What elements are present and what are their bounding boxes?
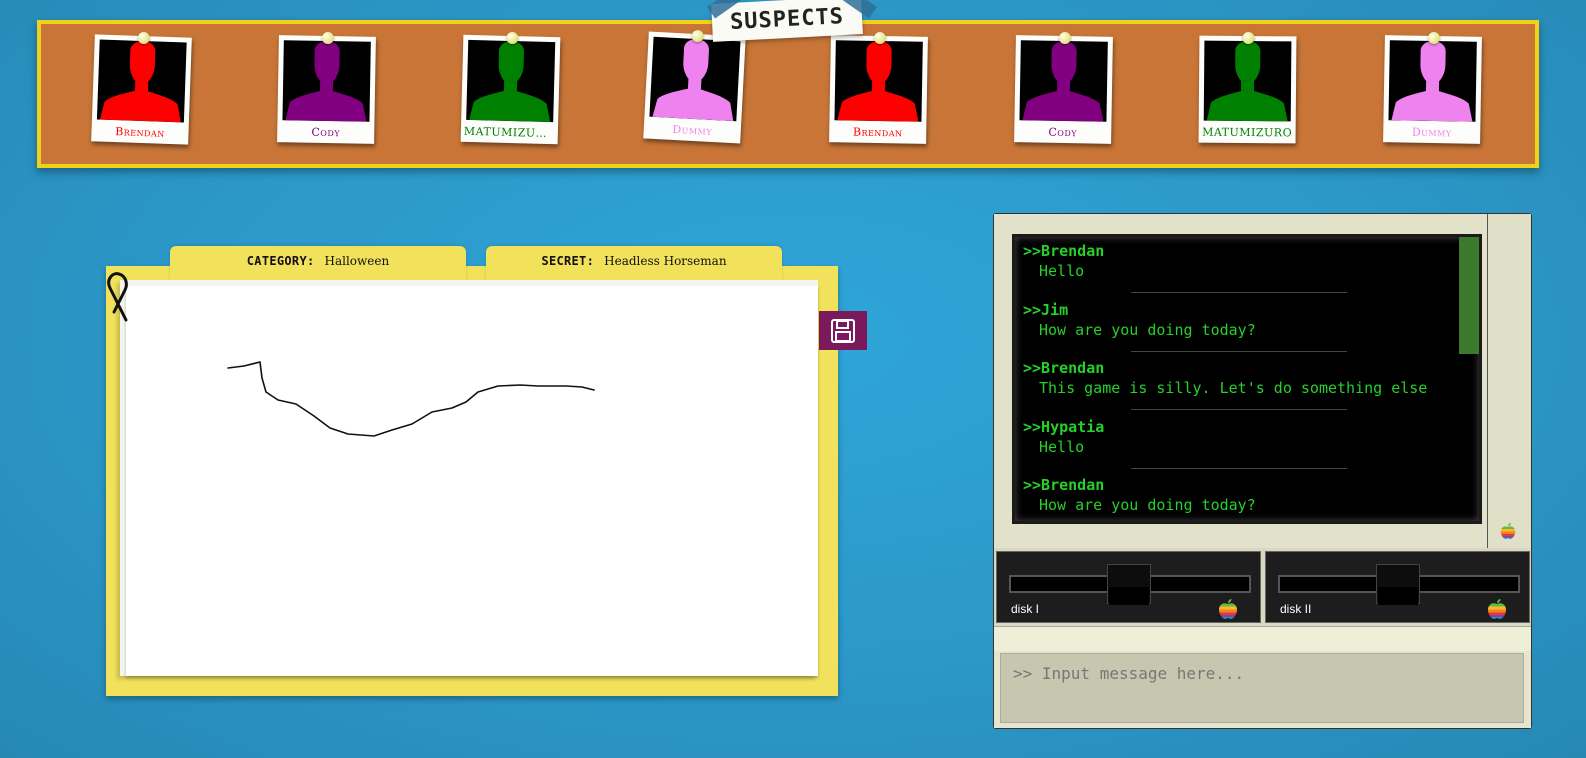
save-button[interactable]: [819, 311, 867, 350]
category-value: Halloween: [324, 254, 390, 268]
message-author: >>Brendan: [1023, 359, 1105, 377]
message-text: How are you doing today?: [1039, 496, 1256, 514]
suspect-name: Dummy: [672, 122, 713, 138]
drawing-stroke-layer: [227, 361, 595, 437]
person-silhouette-icon: [99, 41, 181, 123]
pushpin-icon: [1242, 31, 1255, 45]
message-input[interactable]: >> Input message here...: [1000, 653, 1524, 723]
disk-drive-1[interactable]: disk I: [996, 551, 1261, 623]
message-author: >>Brendan: [1023, 476, 1105, 494]
message-text: Hello: [1039, 437, 1085, 456]
suspect-name: MATUMIZURO: [1202, 125, 1293, 140]
chat-screen[interactable]: >>Brendan Hello >>Jim How are you doing tod…: [1012, 234, 1482, 524]
disk-drive-2[interactable]: disk II: [1265, 551, 1530, 623]
apple-logo-icon: [1488, 599, 1506, 619]
person-silhouette-icon: [652, 39, 734, 122]
suspect-name: Dummy: [1411, 125, 1452, 140]
suspect-silhouette: [282, 40, 371, 122]
suspect-silhouette: [834, 40, 923, 122]
suspect-card[interactable]: Dummy: [1383, 31, 1482, 144]
suspects-board: [37, 20, 1539, 168]
paperclip-icon: [107, 272, 128, 322]
suspect-silhouette: [466, 39, 556, 123]
disk-label: disk II: [1280, 602, 1312, 616]
secret-label: SECRET:: [541, 254, 595, 268]
suspect-card[interactable]: Cody: [1014, 31, 1113, 144]
suspect-card[interactable]: MATUMIZURO...: [460, 31, 561, 145]
suspect-name: Brendan: [114, 125, 166, 140]
suspect-name: Cody: [1048, 125, 1078, 140]
disk-latch-base: [1109, 587, 1149, 605]
monitor-side: [1488, 214, 1531, 548]
person-silhouette-icon: [1391, 41, 1473, 122]
person-silhouette-icon: [469, 41, 551, 123]
monitor: >>Brendan Hello >>Jim How are you doing tod…: [994, 214, 1488, 548]
floppy-disk-icon: [831, 318, 855, 343]
suspect-name: Cody: [311, 125, 341, 140]
person-silhouette-icon: [1206, 41, 1288, 122]
message-author: >>Brendan: [1023, 242, 1105, 260]
suspect-card[interactable]: Dummy: [643, 29, 746, 144]
suspect-card[interactable]: MATUMIZURO: [1198, 31, 1297, 144]
message-author: >>Jim: [1023, 300, 1069, 319]
chat-message: >>Brendan Hello: [1023, 241, 1463, 293]
secret-value: Headless Horseman: [604, 254, 727, 268]
apple-logo-icon: [1219, 599, 1237, 619]
suspect-silhouette: [96, 39, 187, 123]
suspect-card[interactable]: Brendan: [829, 31, 928, 144]
person-silhouette-icon: [285, 41, 367, 122]
message-divider: [1131, 409, 1347, 410]
retro-computer: >>Brendan Hello >>Jim How are you doing tod…: [993, 213, 1532, 729]
suspect-silhouette: [1019, 40, 1108, 122]
person-silhouette-icon: [1022, 41, 1104, 122]
keyboard-top: [994, 627, 1531, 651]
message-divider: [1131, 350, 1347, 352]
suspect-silhouette: [1388, 40, 1477, 122]
message-divider: [1131, 292, 1347, 293]
drawing-canvas[interactable]: [126, 286, 818, 676]
message-text: Hello: [1039, 262, 1085, 280]
message-divider: [1131, 467, 1347, 469]
person-silhouette-icon: [837, 41, 919, 122]
keyboard-base: >> Input message here...: [994, 626, 1531, 728]
apple-logo-icon: [1500, 523, 1516, 539]
suspect-silhouette: [649, 36, 741, 122]
category-label: CATEGORY:: [246, 254, 315, 268]
chat-message: >>Brendan This game is silly. Let's do so…: [1023, 358, 1463, 410]
suspect-name: MATUMIZURO...: [463, 124, 559, 141]
disk-label: disk I: [1011, 602, 1040, 616]
chat-message: >>Brendan How are you doing today?: [1023, 475, 1463, 515]
suspect-name: Brendan: [852, 125, 903, 140]
message-author: >>Hypatia: [1023, 417, 1105, 436]
suspect-silhouette: [1203, 40, 1292, 122]
message-text: How are you doing today?: [1039, 320, 1256, 339]
disk-latch-base: [1378, 587, 1418, 605]
chat-message: >>Hypatia Hello: [1023, 417, 1463, 469]
suspect-card[interactable]: Brendan: [91, 31, 192, 145]
chat-message: >>Jim How are you doing today?: [1023, 300, 1463, 352]
message-text: This game is silly. Let's do something e…: [1039, 379, 1428, 397]
suspect-card[interactable]: Cody: [277, 31, 376, 144]
